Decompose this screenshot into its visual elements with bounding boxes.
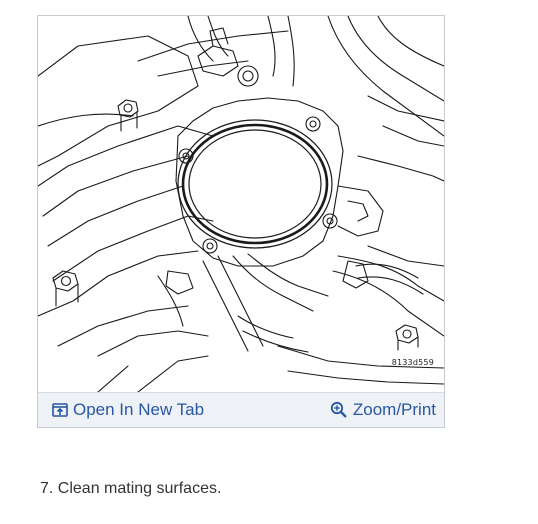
figure-card: 8133d559 Open In New Tab Zoom/Print [37, 15, 445, 428]
open-in-new-tab-icon [52, 403, 68, 417]
open-in-new-tab-link[interactable]: Open In New Tab [52, 393, 204, 427]
engine-line-diagram: 8133d559 [38, 16, 444, 392]
throttle-body-illustration [38, 16, 444, 392]
figure-code: 8133d559 [391, 358, 434, 367]
open-in-new-tab-label: Open In New Tab [73, 400, 205, 419]
figure-toolbar: Open In New Tab Zoom/Print [38, 392, 444, 427]
zoom-print-link[interactable]: Zoom/Print [330, 393, 436, 427]
magnifier-plus-icon [330, 401, 348, 419]
step-instruction: 7. Clean mating surfaces. [40, 480, 222, 497]
zoom-print-label: Zoom/Print [352, 400, 436, 419]
